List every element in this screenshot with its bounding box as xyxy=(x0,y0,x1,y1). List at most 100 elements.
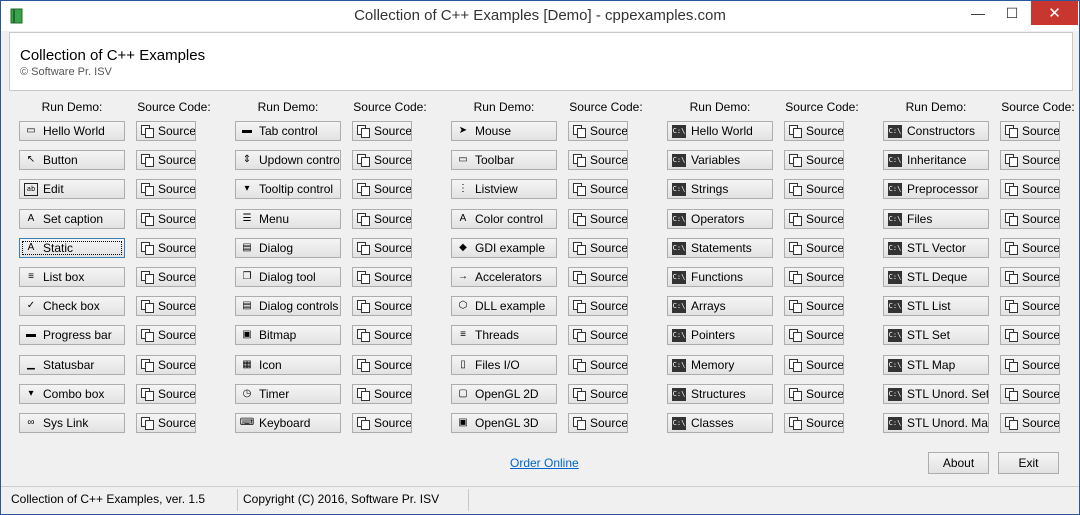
source-button[interactable]: Source xyxy=(1000,121,1060,141)
run-demo-button[interactable]: C:\ Pointers xyxy=(667,325,773,345)
run-demo-button[interactable]: ▭ Hello World xyxy=(19,121,125,141)
source-button[interactable]: Source xyxy=(568,413,628,433)
source-button[interactable]: Source xyxy=(136,121,196,141)
run-demo-button[interactable]: ▤ Dialog controls xyxy=(235,296,341,316)
run-demo-button[interactable]: C:\ STL Deque xyxy=(883,267,989,287)
source-button[interactable]: Source xyxy=(568,238,628,258)
source-button[interactable]: Source xyxy=(352,209,412,229)
close-button[interactable]: ✕ xyxy=(1031,1,1078,25)
run-demo-button[interactable]: C:\ STL Map xyxy=(883,355,989,375)
run-demo-button[interactable]: ∞ Sys Link xyxy=(19,413,125,433)
source-button[interactable]: Source xyxy=(1000,413,1060,433)
source-button[interactable]: Source xyxy=(1000,209,1060,229)
run-demo-button[interactable]: C:\ Files xyxy=(883,209,989,229)
run-demo-button[interactable]: ▦ Icon xyxy=(235,355,341,375)
run-demo-button[interactable]: ◆ GDI example xyxy=(451,238,557,258)
minimize-button[interactable]: — xyxy=(963,1,993,25)
run-demo-button[interactable]: C:\ Constructors xyxy=(883,121,989,141)
run-demo-button[interactable]: → Accelerators xyxy=(451,267,557,287)
run-demo-button[interactable]: C:\ Hello World xyxy=(667,121,773,141)
source-button[interactable]: Source xyxy=(136,413,196,433)
title-bar[interactable]: Collection of C++ Examples [Demo] - cppe… xyxy=(1,1,1079,31)
source-button[interactable]: Source xyxy=(136,384,196,404)
maximize-button[interactable]: ☐ xyxy=(997,1,1027,25)
run-demo-button[interactable]: ▭ Toolbar xyxy=(451,150,557,170)
source-button[interactable]: Source xyxy=(352,150,412,170)
run-demo-button[interactable]: ab Edit xyxy=(19,179,125,199)
source-button[interactable]: Source xyxy=(352,267,412,287)
run-demo-button[interactable]: C:\ STL Unord. Map xyxy=(883,413,989,433)
run-demo-button[interactable]: C:\ Variables xyxy=(667,150,773,170)
source-button[interactable]: Source xyxy=(568,179,628,199)
source-button[interactable]: Source xyxy=(784,238,844,258)
source-button[interactable]: Source xyxy=(568,121,628,141)
run-demo-button[interactable]: C:\ Strings xyxy=(667,179,773,199)
run-demo-button[interactable]: ▢ OpenGL 2D xyxy=(451,384,557,404)
run-demo-button[interactable]: C:\ Memory xyxy=(667,355,773,375)
run-demo-button[interactable]: C:\ STL List xyxy=(883,296,989,316)
source-button[interactable]: Source xyxy=(1000,384,1060,404)
source-button[interactable]: Source xyxy=(1000,238,1060,258)
source-button[interactable]: Source xyxy=(784,179,844,199)
run-demo-button[interactable]: ☰ Menu xyxy=(235,209,341,229)
run-demo-button[interactable]: C:\ Inheritance xyxy=(883,150,989,170)
source-button[interactable]: Source xyxy=(784,209,844,229)
source-button[interactable]: Source xyxy=(784,384,844,404)
source-button[interactable]: Source xyxy=(1000,150,1060,170)
source-button[interactable]: Source xyxy=(568,384,628,404)
run-demo-button[interactable]: A Static xyxy=(19,238,125,258)
run-demo-button[interactable]: ❐ Dialog tool xyxy=(235,267,341,287)
run-demo-button[interactable]: ⬡ DLL example xyxy=(451,296,557,316)
source-button[interactable]: Source xyxy=(1000,325,1060,345)
order-online-link[interactable]: Order Online xyxy=(510,456,579,470)
run-demo-button[interactable]: ⋮ Listview xyxy=(451,179,557,199)
run-demo-button[interactable]: ▬ Progress bar xyxy=(19,325,125,345)
source-button[interactable]: Source xyxy=(784,413,844,433)
run-demo-button[interactable]: ▣ Bitmap xyxy=(235,325,341,345)
run-demo-button[interactable]: ▤ Dialog xyxy=(235,238,341,258)
source-button[interactable]: Source xyxy=(1000,179,1060,199)
source-button[interactable]: Source xyxy=(136,267,196,287)
source-button[interactable]: Source xyxy=(352,413,412,433)
source-button[interactable]: Source xyxy=(784,267,844,287)
source-button[interactable]: Source xyxy=(784,355,844,375)
source-button[interactable]: Source xyxy=(352,384,412,404)
run-demo-button[interactable]: ✓ Check box xyxy=(19,296,125,316)
run-demo-button[interactable]: C:\ STL Unord. Set xyxy=(883,384,989,404)
source-button[interactable]: Source xyxy=(1000,267,1060,287)
run-demo-button[interactable]: ◷ Timer xyxy=(235,384,341,404)
source-button[interactable]: Source xyxy=(568,209,628,229)
source-button[interactable]: Source xyxy=(568,355,628,375)
source-button[interactable]: Source xyxy=(1000,296,1060,316)
run-demo-button[interactable]: ▾ Combo box xyxy=(19,384,125,404)
source-button[interactable]: Source xyxy=(784,121,844,141)
exit-button[interactable]: Exit xyxy=(998,452,1059,474)
source-button[interactable]: Source xyxy=(568,150,628,170)
run-demo-button[interactable]: ≡ Threads xyxy=(451,325,557,345)
run-demo-button[interactable]: ⇕ Updown control xyxy=(235,150,341,170)
source-button[interactable]: Source xyxy=(352,296,412,316)
run-demo-button[interactable]: C:\ STL Set xyxy=(883,325,989,345)
source-button[interactable]: Source xyxy=(136,150,196,170)
run-demo-button[interactable]: ▾ Tooltip control xyxy=(235,179,341,199)
run-demo-button[interactable]: ▬ Tab control xyxy=(235,121,341,141)
source-button[interactable]: Source xyxy=(352,179,412,199)
source-button[interactable]: Source xyxy=(136,325,196,345)
run-demo-button[interactable]: A Color control xyxy=(451,209,557,229)
run-demo-button[interactable]: C:\ Classes xyxy=(667,413,773,433)
source-button[interactable]: Source xyxy=(568,267,628,287)
source-button[interactable]: Source xyxy=(352,325,412,345)
about-button[interactable]: About xyxy=(928,452,989,474)
run-demo-button[interactable]: ➤ Mouse xyxy=(451,121,557,141)
source-button[interactable]: Source xyxy=(136,238,196,258)
run-demo-button[interactable]: C:\ Arrays xyxy=(667,296,773,316)
run-demo-button[interactable]: ↖ Button xyxy=(19,150,125,170)
source-button[interactable]: Source xyxy=(136,355,196,375)
run-demo-button[interactable]: C:\ STL Vector xyxy=(883,238,989,258)
run-demo-button[interactable]: C:\ Statements xyxy=(667,238,773,258)
source-button[interactable]: Source xyxy=(352,238,412,258)
run-demo-button[interactable]: C:\ Preprocessor xyxy=(883,179,989,199)
source-button[interactable]: Source xyxy=(352,121,412,141)
source-button[interactable]: Source xyxy=(568,325,628,345)
run-demo-button[interactable]: ≡ List box xyxy=(19,267,125,287)
